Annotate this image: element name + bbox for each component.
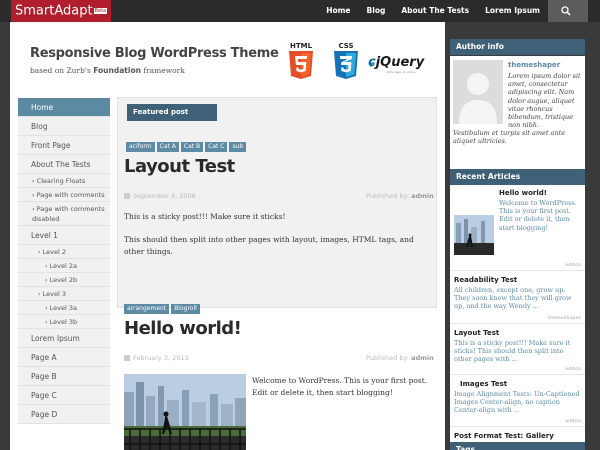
post-tags: arrangement Blogroll xyxy=(124,304,200,314)
sidenav-item-page-b[interactable]: Page B xyxy=(18,367,110,386)
recent-article-title[interactable]: Post Format Test: Gallery xyxy=(454,432,554,440)
site-header: Responsive Blog WordPress Theme based on… xyxy=(10,22,445,84)
tags-heading: Tags xyxy=(450,442,585,450)
top-navbar: SmartAdapt Beta Home Blog About The Tests… xyxy=(0,0,600,22)
recent-article-item[interactable]: Hello world! Welcome to WordPress. This … xyxy=(450,185,585,271)
jquery-swirl-icon: ɕ xyxy=(368,55,376,70)
search-icon xyxy=(561,6,571,16)
recent-article-author: admin xyxy=(565,262,581,268)
sidenav-item-page-with-comments-disabled[interactable]: › Page with comments disabled xyxy=(18,202,110,226)
sidenav-item-blog[interactable]: Blog xyxy=(18,117,110,136)
sidenav-item-page-with-comments[interactable]: › Page with comments xyxy=(18,188,110,202)
sidebar-page-nav: Home Blog Front Page About The Tests › C… xyxy=(18,98,110,424)
recent-articles-heading: Recent Articles xyxy=(450,169,585,185)
sidenav-item-level-1[interactable]: Level 1 xyxy=(18,226,110,245)
top-nav-menu: Home Blog About The Tests Lorem Ipsum xyxy=(318,0,548,22)
recent-article-excerpt: This is a sticky post!!! Make sure it st… xyxy=(454,339,571,364)
jquery-slogan: write less, do more. xyxy=(386,70,417,74)
logo-text: SmartAdapt xyxy=(15,3,93,19)
featured-post-date: September 4, 2008 xyxy=(124,192,196,200)
featured-post-tags: aciform Cat A Cat B Cat C sub xyxy=(126,142,247,152)
author-bio-continued: Vestibulum et turpis sit amet ante aliqu… xyxy=(453,129,566,146)
author-avatar xyxy=(453,60,503,124)
tag-aciform[interactable]: aciform xyxy=(126,142,155,152)
recent-article-excerpt: Image Alignment Tests: Un-Captioned Imag… xyxy=(454,390,580,415)
recent-article-excerpt: All children, except one, grow up. They … xyxy=(454,286,572,311)
recent-article-item[interactable]: Layout Test This is a sticky post!!! Mak… xyxy=(450,324,585,375)
author-info-widget: themeshaper Lorem ipsum dolor sit amet, … xyxy=(450,56,585,172)
recent-article-item[interactable]: Readability Test All children, except on… xyxy=(450,271,585,324)
sidenav-item-level-3a[interactable]: › Level 3a xyxy=(18,301,110,315)
author-link[interactable]: admin xyxy=(411,354,434,362)
sidenav-item-page-a[interactable]: Page A xyxy=(18,348,110,367)
sidenav-item-page-c[interactable]: Page C xyxy=(18,386,110,405)
post-city-image[interactable] xyxy=(124,374,246,450)
tag-blogroll[interactable]: Blogroll xyxy=(171,304,200,314)
post-author: Published by: admin xyxy=(366,354,434,362)
css3-logo-icon: CSS xyxy=(334,42,358,79)
featured-post-title[interactable]: Layout Test xyxy=(124,156,235,177)
html5-logo-icon: HTML xyxy=(289,42,313,79)
tag-arrangement[interactable]: arrangement xyxy=(124,304,170,314)
recent-article-excerpt: Welcome to WordPress. This is your first… xyxy=(499,199,577,232)
post-title[interactable]: Hello world! xyxy=(124,318,242,339)
sidenav-item-level-3[interactable]: › Level 3 xyxy=(18,287,110,301)
css3-logo-text: CSS xyxy=(338,42,353,50)
sidenav-item-home[interactable]: Home xyxy=(18,98,110,117)
sidenav-item-lorem-ipsum[interactable]: Lorem Ipsum xyxy=(18,329,110,348)
main-content: Responsive Blog WordPress Theme based on… xyxy=(10,22,445,450)
recent-article-title[interactable]: Hello world! xyxy=(499,189,547,197)
recent-article-title[interactable]: Images Test xyxy=(460,380,507,388)
sidenav-item-level-3b[interactable]: › Level 3b xyxy=(18,315,110,329)
featured-post-heading: Featured post xyxy=(127,104,217,121)
recent-article-item[interactable]: Images Test Image Alignment Tests: Un-Ca… xyxy=(450,375,585,427)
featured-post-text-2: This should then split into other pages … xyxy=(124,235,414,256)
sidenav-item-about-the-tests[interactable]: About The Tests xyxy=(18,155,110,174)
search-button[interactable] xyxy=(548,0,588,22)
nav-home[interactable]: Home xyxy=(318,0,358,22)
recent-article-thumbnail xyxy=(454,215,494,255)
jquery-logo-text: jQuery xyxy=(375,55,425,70)
site-title[interactable]: Responsive Blog WordPress Theme xyxy=(30,46,279,61)
sidenav-item-level-2b[interactable]: › Level 2b xyxy=(18,273,110,287)
tag-cat-a[interactable]: Cat A xyxy=(156,142,179,152)
site-logo[interactable]: SmartAdapt Beta xyxy=(11,0,112,22)
recent-article-author: admin xyxy=(565,418,581,424)
nav-blog[interactable]: Blog xyxy=(359,0,394,22)
html5-logo-text: HTML xyxy=(290,42,313,50)
sidenav-item-clearing-floats[interactable]: › Clearing Floats xyxy=(18,174,110,188)
author-bio: Lorem ipsum dolor sit amet, consectetur … xyxy=(508,72,581,130)
nav-lorem-ipsum[interactable]: Lorem Ipsum xyxy=(477,0,548,22)
author-name[interactable]: themeshaper xyxy=(508,61,560,69)
jquery-logo: ɕjQuery xyxy=(368,55,424,70)
sidenav-item-page-d[interactable]: Page D xyxy=(18,405,110,424)
author-info-heading: Author info xyxy=(450,39,585,55)
nav-about-the-tests[interactable]: About The Tests xyxy=(393,0,477,22)
tag-cat-b[interactable]: Cat B xyxy=(180,142,204,152)
featured-post-box xyxy=(117,97,437,308)
calendar-icon xyxy=(124,193,130,199)
recent-article-title[interactable]: Readability Test xyxy=(454,276,517,284)
recent-article-author: themeshaper xyxy=(547,315,581,321)
recent-articles-widget: Hello world! Welcome to WordPress. This … xyxy=(450,185,585,450)
sidenav-item-level-2[interactable]: › Level 2 xyxy=(18,245,110,259)
recent-article-author: admin xyxy=(565,366,581,372)
site-tagline: based on Zurb's Foundation framework xyxy=(30,66,185,75)
tag-sub[interactable]: sub xyxy=(229,142,247,152)
recent-article-title[interactable]: Layout Test xyxy=(454,329,499,337)
featured-post-text-1: This is a sticky post!!! Make sure it st… xyxy=(124,212,286,221)
post-date: February 3, 2013 xyxy=(124,354,189,362)
author-link[interactable]: admin xyxy=(411,192,434,200)
right-sidebar: Author info themeshaper Lorem ipsum dolo… xyxy=(446,22,591,450)
featured-post-author: Published by: admin xyxy=(366,192,434,200)
sidenav-item-level-2a[interactable]: › Level 2a xyxy=(18,259,110,273)
calendar-icon xyxy=(124,355,130,361)
logo-badge: Beta xyxy=(93,8,108,14)
post-text-1: Welcome to WordPress. This is your first… xyxy=(252,376,428,397)
sidenav-item-front-page[interactable]: Front Page xyxy=(18,136,110,155)
tag-cat-c[interactable]: Cat C xyxy=(205,142,228,152)
